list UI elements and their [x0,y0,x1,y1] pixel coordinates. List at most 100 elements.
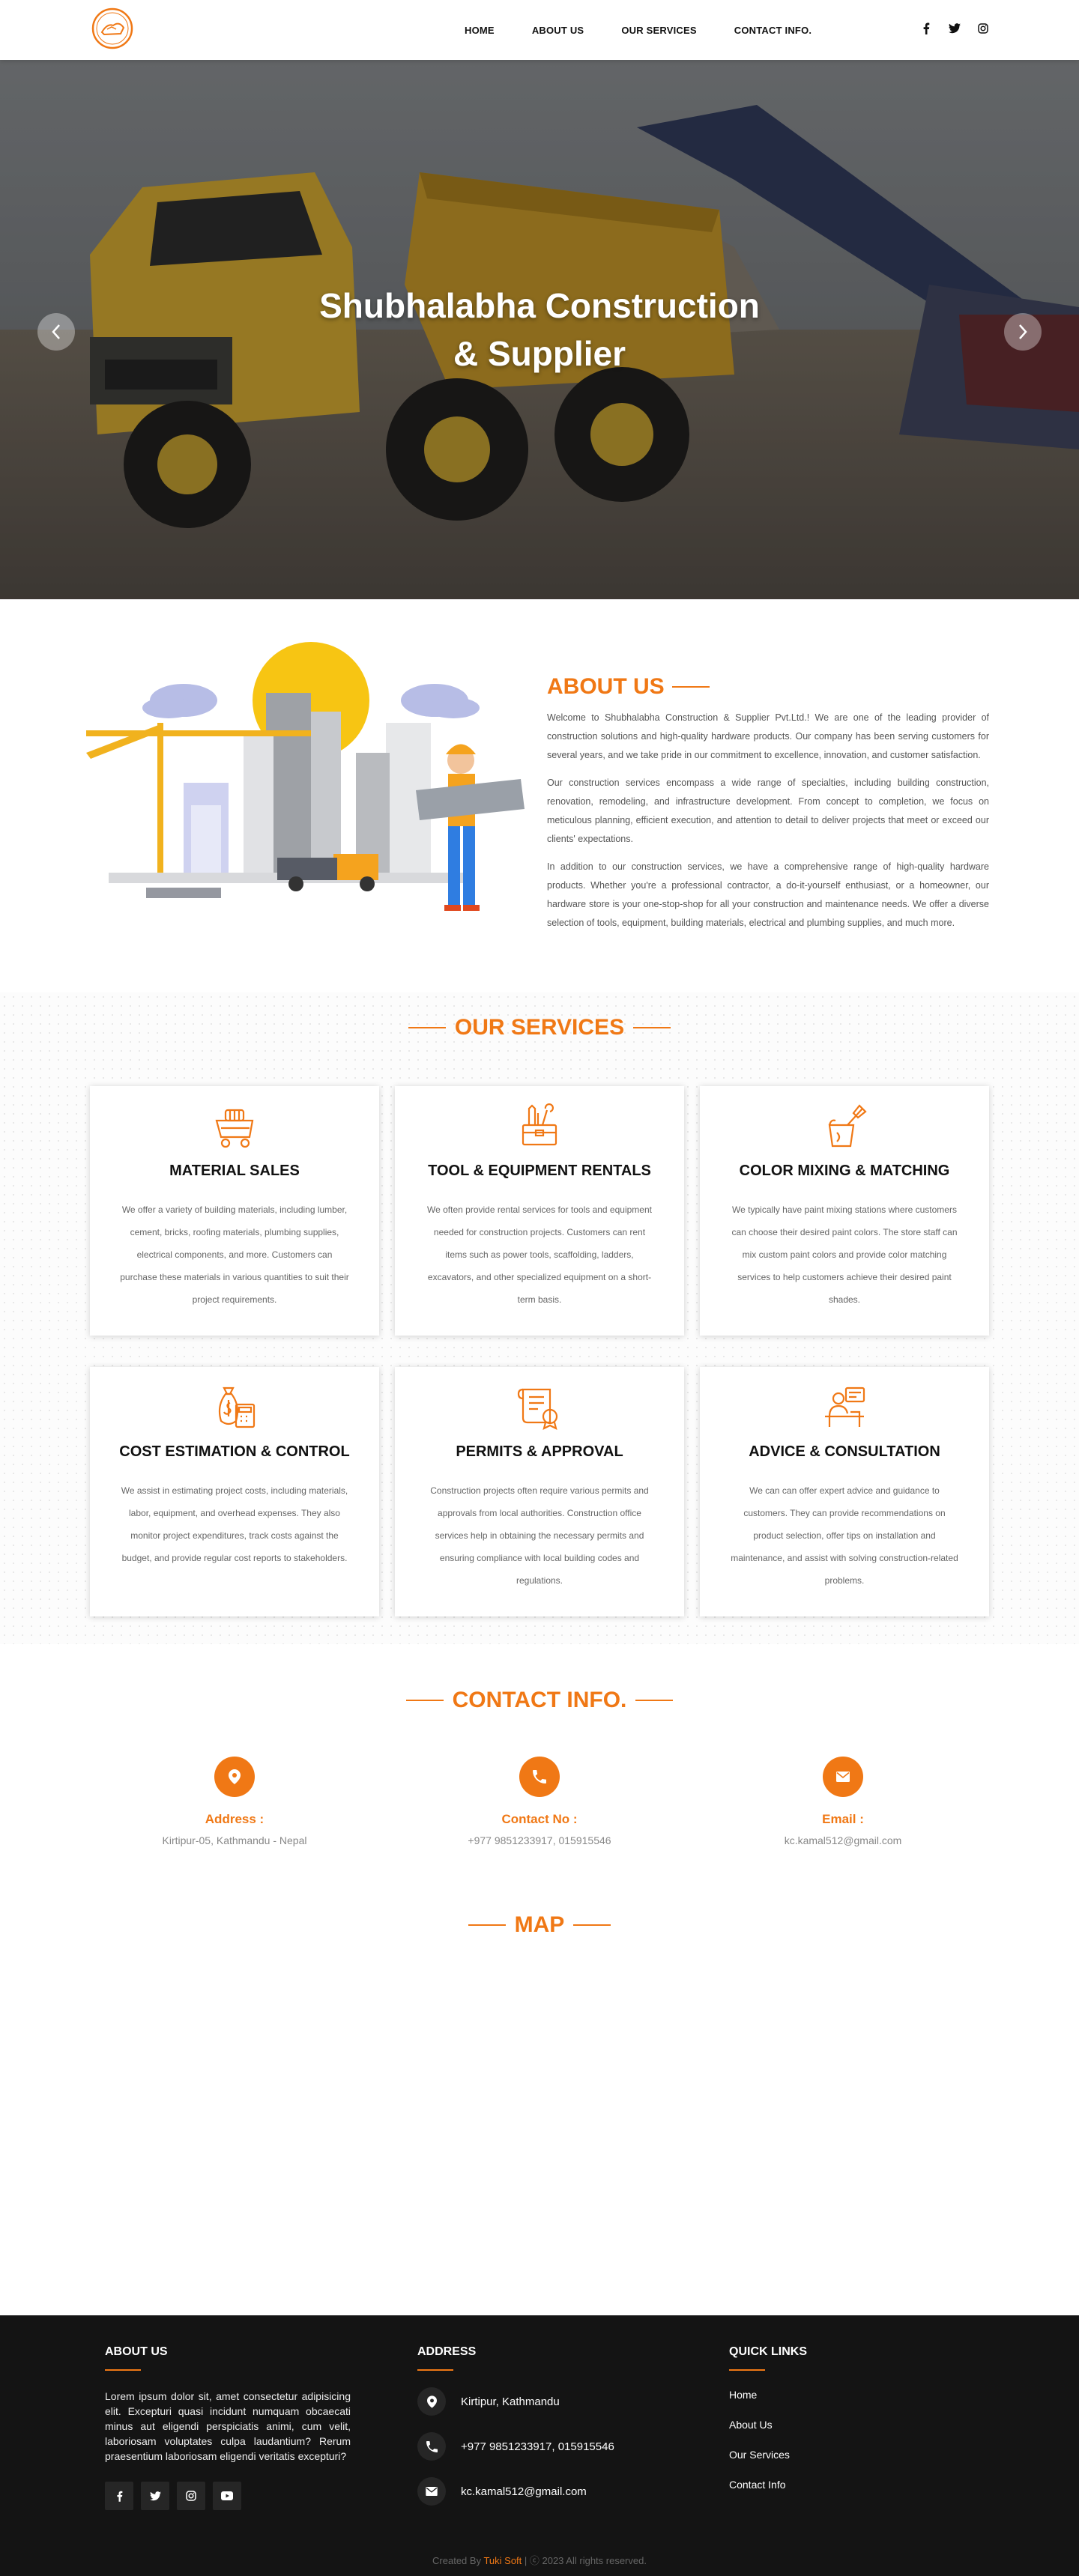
footer-phone-row: +977 9851233917, 015915546 [417,2432,614,2461]
heading-line-right [635,1700,674,1701]
service-card-cost-estimation: COST ESTIMATION & CONTROL We assist in e… [90,1367,379,1616]
copyright: Created By Tuki Soft | ⓒ 2023 All rights… [0,2553,1079,2567]
footer-about-text: Lorem ipsum dolor sit, amet consectetur … [105,2390,351,2462]
contact-label: Email : [822,1812,864,1826]
about-paragraph-2: Our construction services encompass a wi… [547,778,989,844]
company-logo[interactable] [91,7,134,50]
heading-underline [105,2369,141,2371]
service-title: PERMITS & APPROVAL [456,1443,623,1460]
heading-line-left [408,1027,446,1028]
nav-our-services[interactable]: OUR SERVICES [621,25,696,36]
heading-line-left [405,1700,444,1701]
footer-address-text: Kirtipur, Kathmandu [461,2395,560,2408]
heading-underline [671,686,710,688]
youtube-icon[interactable] [213,2482,241,2510]
hero-title-line2: & Supplier [453,334,626,373]
hero-title-line1: Shubhalabha Construction [319,286,760,325]
phone-badge [519,1757,560,1797]
service-description: Construction projects often require vari… [430,1485,649,1586]
nav-about-us[interactable]: ABOUT US [532,25,584,36]
service-description: We offer a variety of building materials… [120,1204,349,1305]
contact-email: Email : kc.kamal512@gmail.com [708,1757,978,1846]
carousel-prev-button[interactable] [37,313,75,351]
services-heading-text: OUR SERVICES [454,1015,625,1040]
service-title: COST ESTIMATION & CONTROL [119,1443,350,1460]
footer-link-our-services[interactable]: Our Services [729,2449,807,2461]
footer-link-home[interactable]: Home [729,2389,807,2401]
service-card-tool-rentals: TOOL & EQUIPMENT RENTALS We often provid… [395,1086,684,1336]
footer-phone-text: +977 9851233917, 015915546 [461,2440,614,2453]
footer-address-heading: ADDRESS [417,2345,477,2358]
footer-link-about-us[interactable]: About Us [729,2419,807,2431]
contact-heading-text: CONTACT INFO. [452,1688,627,1712]
envelope-icon [836,1772,850,1782]
twitter-icon[interactable] [141,2482,169,2510]
consultant-icon [825,1387,865,1427]
instagram-icon[interactable] [177,2482,205,2510]
footer-email-row: kc.kamal512@gmail.com [417,2477,614,2506]
footer-quick-links: QUICK LINKS Home About Us Our Services C… [729,2345,807,2509]
chevron-left-icon [52,324,60,339]
about-heading: ABOUT US [547,674,989,700]
site-header: HOME ABOUT US OUR SERVICES CONTACT INFO. [0,0,1079,60]
copyright-suffix: | ⓒ 2023 All rights reserved. [522,2555,647,2566]
hero-title: Shubhalabha Construction & Supplier [0,282,1079,378]
contact-value: +977 9851233917, 015915546 [468,1834,611,1846]
email-badge [823,1757,863,1797]
heading-underline [729,2369,765,2371]
services-section: OUR SERVICES MATERIAL SALES We offer a v… [0,992,1079,1644]
main-nav: HOME ABOUT US OUR SERVICES CONTACT INFO. [465,0,849,60]
service-description: We can can offer expert advice and guida… [731,1485,958,1586]
instagram-icon[interactable] [977,22,989,34]
service-description: We often provide rental services for too… [427,1204,652,1305]
carousel-next-button[interactable] [1004,313,1042,351]
nav-contact-info[interactable]: CONTACT INFO. [734,25,811,36]
facebook-icon[interactable] [105,2482,133,2510]
map-heading-text: MAP [514,1912,565,1937]
twitter-icon[interactable] [949,22,961,34]
footer-link-contact-info[interactable]: Contact Info [729,2479,807,2491]
service-title: ADVICE & CONSULTATION [749,1443,940,1460]
address-badge [214,1757,255,1797]
construction-illustration [86,642,525,911]
service-title: MATERIAL SALES [169,1163,300,1179]
heading-line-right [633,1027,671,1028]
footer-address-row: Kirtipur, Kathmandu [417,2387,614,2416]
service-description: We assist in estimating project costs, i… [121,1485,348,1563]
map-heading: MAP [0,1912,1079,1938]
phone-icon [533,1770,546,1783]
contact-heading: CONTACT INFO. [0,1688,1079,1713]
about-section: ABOUT US Welcome to Shubhalabha Construc… [547,674,989,933]
contact-phone: Contact No : +977 9851233917, 015915546 [405,1757,674,1846]
heading-line-left [468,1924,506,1926]
map-embed[interactable] [0,1963,1079,2292]
about-paragraph-1: Welcome to Shubhalabha Construction & Su… [547,712,989,760]
nav-home[interactable]: HOME [465,25,495,36]
heading-underline [417,2369,453,2371]
about-paragraph-3: In addition to our construction services… [547,861,989,928]
facebook-icon[interactable] [920,22,932,34]
footer-links-heading: QUICK LINKS [729,2345,807,2358]
cart-bricks-icon [215,1109,254,1148]
certificate-icon [517,1388,558,1431]
paint-bucket-icon [828,1104,867,1148]
contact-label: Address : [205,1812,265,1826]
footer-email-text[interactable]: kc.kamal512@gmail.com [461,2485,587,2498]
footer-about-heading: ABOUT US [105,2345,168,2358]
map-marker-icon [229,1769,241,1784]
phone-icon [417,2432,446,2461]
calculator-money-icon [218,1387,256,1428]
service-card-material-sales: MATERIAL SALES We offer a variety of bui… [90,1086,379,1336]
footer-links-list: Home About Us Our Services Contact Info [729,2389,807,2491]
service-title: TOOL & EQUIPMENT RENTALS [428,1163,651,1179]
copyright-brand-link[interactable]: Tuki Soft [483,2555,522,2566]
toolbox-icon [522,1103,557,1146]
footer-social-links [105,2482,351,2510]
footer-address: ADDRESS Kirtipur, Kathmandu +977 9851233… [417,2345,614,2506]
contact-address: Address : Kirtipur-05, Kathmandu - Nepal [100,1757,369,1846]
copyright-prefix: Created By [432,2555,484,2566]
envelope-icon [417,2477,446,2506]
service-card-color-mixing: COLOR MIXING & MATCHING We typically hav… [700,1086,989,1336]
service-card-advice: ADVICE & CONSULTATION We can can offer e… [700,1367,989,1616]
contact-value: kc.kamal512@gmail.com [784,1834,902,1846]
